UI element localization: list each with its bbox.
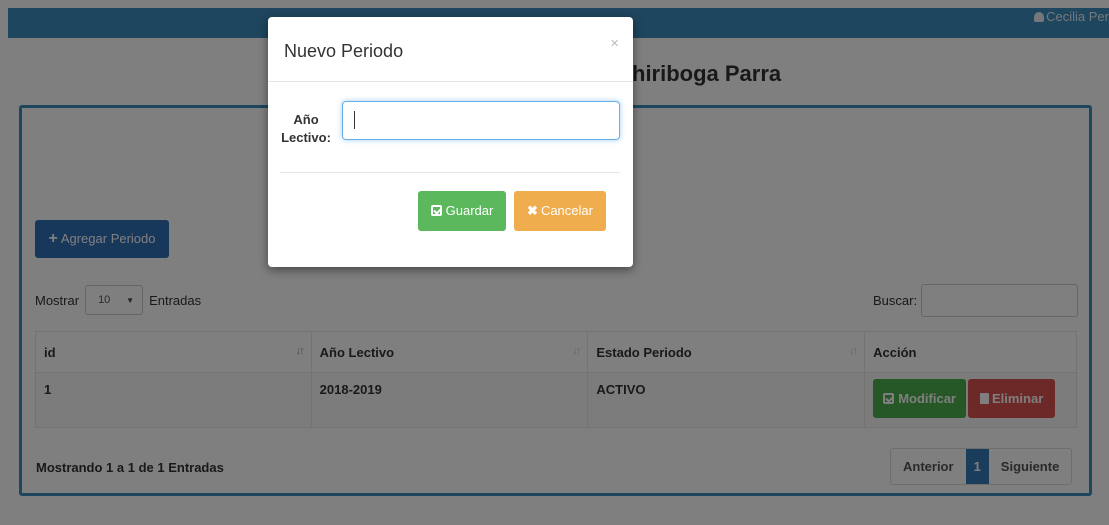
- cancel-button[interactable]: ✖ Cancelar: [514, 191, 606, 231]
- x-icon: ✖: [527, 203, 538, 218]
- close-icon[interactable]: ×: [610, 35, 619, 52]
- modal-title: Nuevo Periodo: [284, 41, 404, 61]
- text-cursor: [354, 111, 355, 129]
- year-input[interactable]: [342, 101, 620, 140]
- modal-divider: [280, 172, 620, 173]
- check-square-icon: [430, 205, 442, 216]
- year-field-label: Año Lectivo:: [281, 112, 331, 145]
- new-period-modal: Nuevo Periodo × Año Lectivo: Guardar ✖ Ca…: [268, 17, 633, 267]
- modal-divider: [268, 81, 633, 82]
- save-button[interactable]: Guardar: [418, 191, 506, 231]
